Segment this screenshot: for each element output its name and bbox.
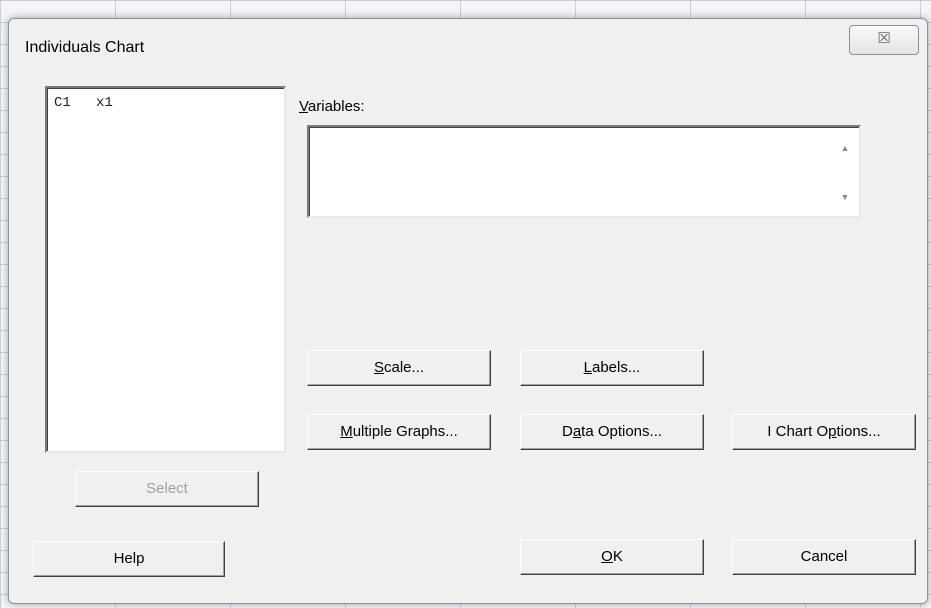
close-button[interactable]: ☒ (849, 25, 919, 55)
variables-label: Variables: (299, 98, 365, 115)
variables-input[interactable]: ▲ ▼ (307, 125, 861, 218)
multiple-graphs-button[interactable]: Multiple Graphs... (307, 414, 491, 450)
scroll-up-icon[interactable]: ▲ (833, 143, 857, 153)
i-chart-options-button[interactable]: I Chart Options... (732, 414, 916, 450)
list-item-name: x1 (96, 95, 113, 111)
close-icon: ☒ (877, 30, 891, 47)
labels-button[interactable]: Labels... (520, 350, 704, 386)
data-options-button[interactable]: Data Options... (520, 414, 704, 450)
ok-button[interactable]: OK (520, 539, 704, 575)
cancel-button[interactable]: Cancel (732, 539, 916, 575)
select-button[interactable]: Select (75, 471, 259, 507)
scale-button[interactable]: Scale... (307, 350, 491, 386)
variables-label-mnemonic: V (299, 98, 308, 115)
individuals-chart-dialog: Individuals Chart ☒ C1 x1 Variables: ▲ ▼… (8, 18, 928, 604)
column-list[interactable]: C1 x1 (45, 86, 286, 453)
scroll-down-icon[interactable]: ▼ (833, 192, 857, 202)
variables-label-text: ariables: (307, 98, 365, 115)
list-item-column: C1 (54, 95, 71, 111)
dialog-title: Individuals Chart (25, 39, 145, 56)
list-item[interactable]: C1 x1 (54, 95, 113, 111)
help-button[interactable]: Help (33, 541, 225, 577)
variables-scrollbar[interactable]: ▲ ▼ (833, 129, 857, 214)
